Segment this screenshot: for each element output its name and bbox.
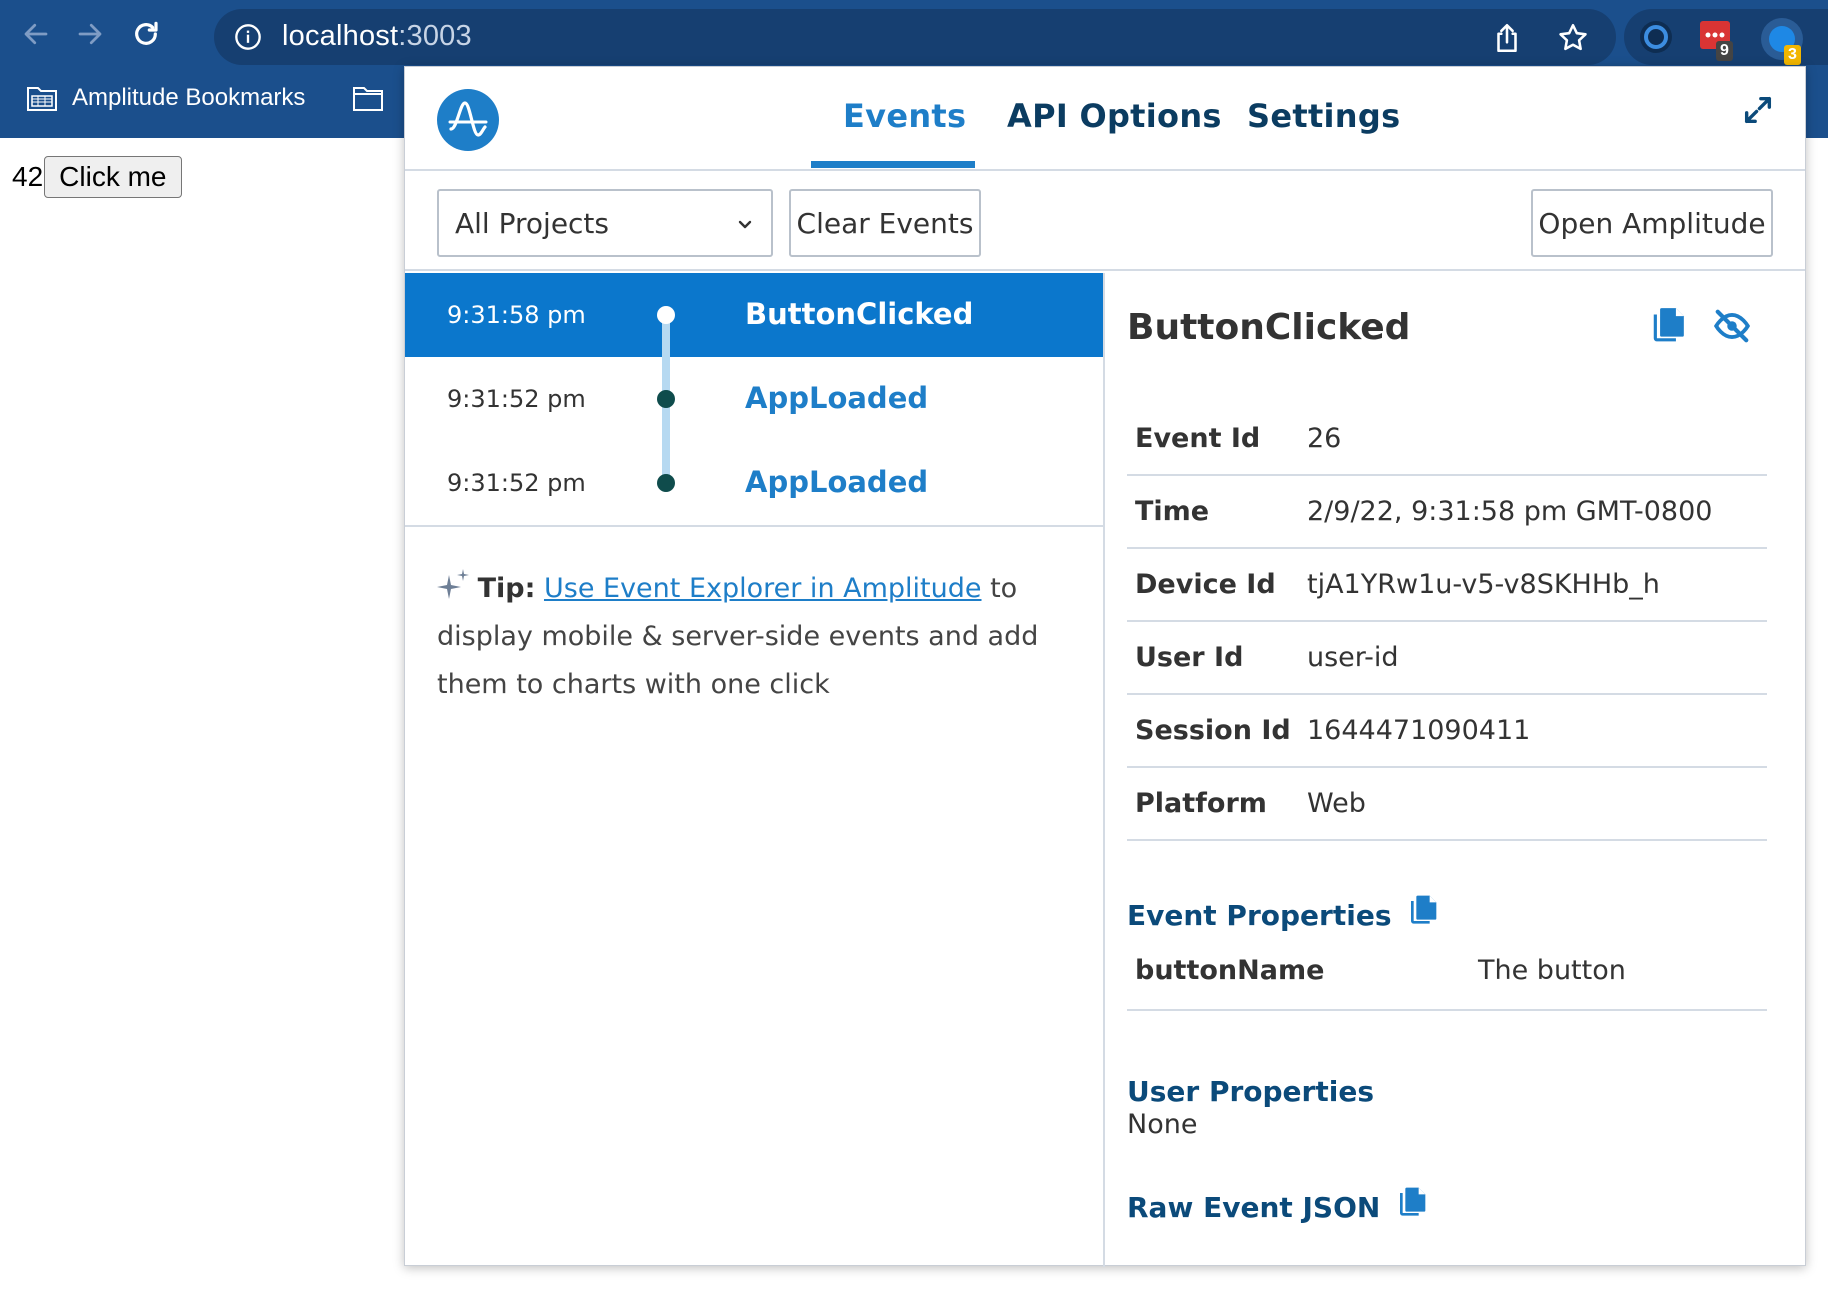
event-row[interactable]: 9:31:58 pm ButtonClicked: [405, 273, 1103, 357]
active-tab-indicator: [811, 161, 975, 168]
copy-icon[interactable]: [1396, 1185, 1428, 1217]
bookmark-folder-amplitude[interactable]: Amplitude Bookmarks: [26, 84, 305, 112]
url-host: localhost: [282, 20, 399, 52]
event-explorer-link[interactable]: Use Event Explorer in Amplitude: [544, 573, 982, 604]
popup-toolbar: All Projects Clear Events Open Amplitude: [405, 173, 1805, 271]
detail-value: 26: [1307, 423, 1342, 454]
circle-extension-icon: [1640, 21, 1672, 53]
detail-key: Session Id: [1135, 715, 1291, 746]
project-select-value: All Projects: [455, 206, 609, 240]
url-port: :3003: [398, 20, 472, 52]
folder-icon: [353, 87, 383, 111]
divider: [405, 525, 1103, 527]
event-detail-title: ButtonClicked: [1127, 307, 1411, 348]
clear-events-button[interactable]: Clear Events: [789, 189, 981, 257]
event-row[interactable]: 9:31:52 pm AppLoaded: [405, 441, 1103, 525]
detail-key: Event Id: [1135, 423, 1261, 454]
tab-api-options[interactable]: API Options: [1007, 97, 1222, 135]
detail-key: Platform: [1135, 788, 1267, 819]
detail-value: 1644471090411: [1307, 715, 1531, 746]
open-amplitude-button[interactable]: Open Amplitude: [1531, 189, 1773, 257]
event-time: 9:31:58 pm: [447, 301, 586, 329]
detail-row-time: Time 2/9/22, 9:31:58 pm GMT-0800: [1127, 476, 1767, 549]
extensions-area: 9 3: [1624, 9, 1828, 65]
event-detail-panel: ButtonClicked Event Id 26 Time 2/9/22, 9…: [1107, 273, 1805, 1267]
bookmark-label: Amplitude Bookmarks: [72, 84, 306, 111]
section-title: User Properties: [1127, 1075, 1374, 1108]
detail-value: 2/9/22, 9:31:58 pm GMT-0800: [1307, 496, 1713, 527]
event-name: AppLoaded: [745, 381, 929, 415]
amplitude-popup: Events API Options Settings All Projects…: [404, 66, 1806, 1267]
tip-text: Tip: Use Event Explorer in Amplitude to …: [437, 565, 1077, 709]
expand-icon[interactable]: [1741, 93, 1775, 127]
detail-row-session-id: Session Id 1644471090411: [1127, 695, 1767, 768]
detail-row-device-id: Device Id tjA1YRw1u-v5-v8SKHHb_h: [1127, 549, 1767, 622]
tab-events[interactable]: Events: [843, 97, 966, 135]
url-text[interactable]: localhost:3003: [282, 20, 472, 53]
forward-button[interactable]: [70, 14, 110, 54]
timeline-dot: [657, 474, 675, 492]
detail-value: tjA1YRw1u-v5-v8SKHHb_h: [1307, 569, 1660, 600]
back-button[interactable]: [16, 14, 56, 54]
section-title: Raw Event JSON: [1127, 1191, 1381, 1224]
event-row[interactable]: 9:31:52 pm AppLoaded: [405, 357, 1103, 441]
reload-icon: [135, 21, 158, 45]
event-time: 9:31:52 pm: [447, 385, 586, 413]
event-name: ButtonClicked: [745, 297, 974, 331]
page-content: 42 Click me: [12, 156, 182, 198]
back-arrow-icon: [24, 23, 48, 45]
forward-arrow-icon: [78, 23, 102, 45]
event-property-row: buttonName The button: [1127, 939, 1767, 1011]
share-icon[interactable]: [1490, 21, 1524, 55]
copy-icon[interactable]: [1649, 305, 1687, 343]
user-properties-value: None: [1127, 1109, 1198, 1140]
site-info-icon[interactable]: [234, 23, 262, 51]
extension-amplitude[interactable]: 3: [1760, 17, 1803, 65]
raw-json-heading: Raw Event JSON: [1127, 1187, 1428, 1224]
detail-key: User Id: [1135, 642, 1244, 673]
detail-value: user-id: [1307, 642, 1399, 673]
click-me-button[interactable]: Click me: [44, 156, 182, 198]
event-name: AppLoaded: [745, 465, 929, 499]
detail-row-platform: Platform Web: [1127, 768, 1767, 841]
timeline-dot: [657, 306, 675, 324]
reload-button[interactable]: [126, 14, 166, 54]
bookmark-folder-icon: [27, 87, 57, 111]
extension-red-dots[interactable]: 9: [1696, 17, 1736, 61]
event-list-panel: 9:31:58 pm ButtonClicked 9:31:52 pm AppL…: [405, 273, 1105, 1267]
detail-value: Web: [1307, 788, 1366, 819]
extension-badge: 9: [1716, 41, 1733, 61]
bookmark-star-icon[interactable]: [1556, 21, 1590, 55]
hide-eye-icon[interactable]: [1713, 307, 1751, 345]
extension-badge: 3: [1784, 45, 1801, 65]
counter-value: 42: [12, 161, 44, 192]
timeline-dot: [657, 390, 675, 408]
chevron-down-icon: [738, 220, 752, 229]
tab-settings[interactable]: Settings: [1247, 97, 1400, 135]
amplitude-logo-icon: [437, 89, 499, 151]
sparkle-icon: [437, 569, 469, 599]
event-properties-heading: Event Properties: [1127, 895, 1439, 932]
extension-blue-circle[interactable]: [1636, 17, 1676, 57]
property-value: The button: [1478, 955, 1626, 986]
popup-header: Events API Options Settings: [405, 67, 1805, 171]
browser-toolbar: localhost:3003 9 3: [0, 0, 1828, 68]
detail-row-user-id: User Id user-id: [1127, 622, 1767, 695]
property-key: buttonName: [1135, 955, 1325, 986]
copy-icon[interactable]: [1407, 893, 1439, 925]
address-bar[interactable]: localhost:3003: [214, 9, 1616, 65]
detail-row-event-id: Event Id 26: [1127, 403, 1767, 476]
event-time: 9:31:52 pm: [447, 469, 586, 497]
user-properties-heading: User Properties: [1127, 1075, 1374, 1108]
section-title: Event Properties: [1127, 899, 1392, 932]
project-select[interactable]: All Projects: [437, 189, 773, 257]
detail-key: Time: [1135, 496, 1210, 527]
tip-label: Tip:: [477, 573, 536, 604]
detail-key: Device Id: [1135, 569, 1276, 600]
bookmark-folder-2[interactable]: [352, 84, 398, 112]
